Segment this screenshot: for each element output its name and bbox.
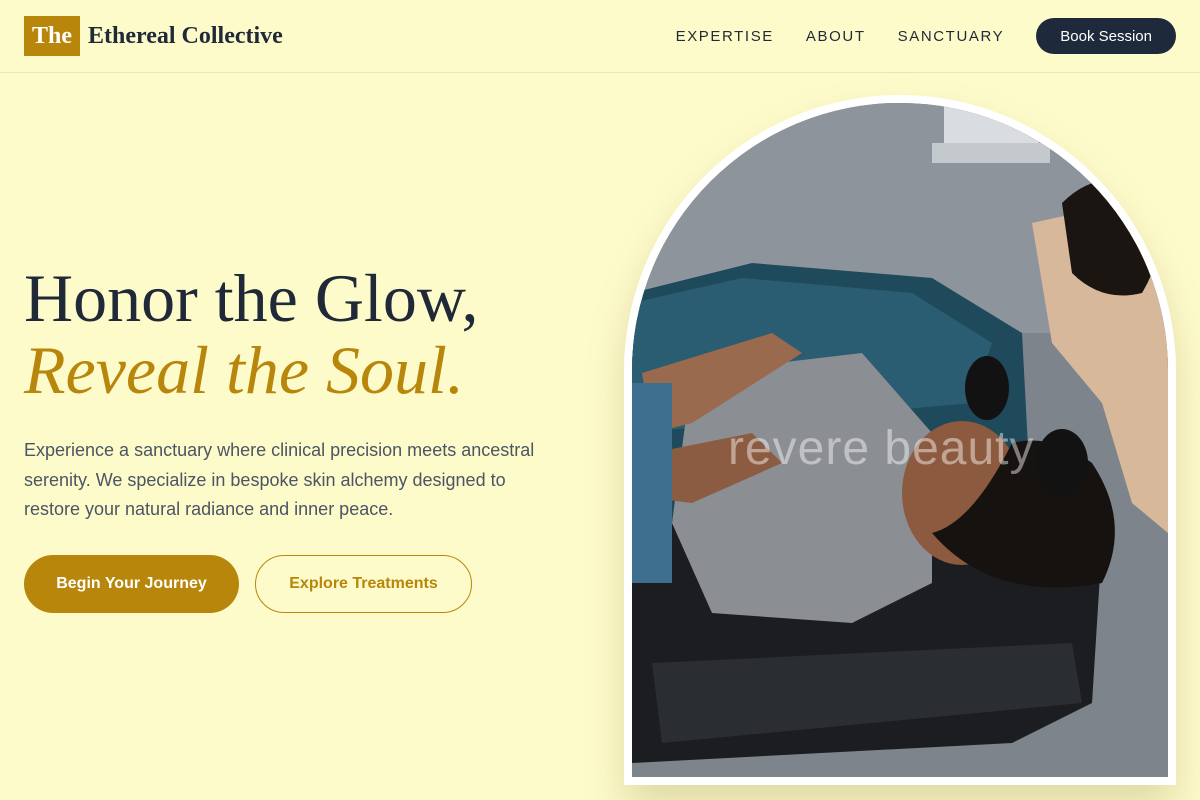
begin-journey-button[interactable]: Begin Your Journey (24, 555, 239, 613)
hero-image-frame: revere beauty (624, 95, 1176, 785)
site-header: The Ethereal Collective EXPERTISE ABOUT … (0, 0, 1200, 73)
nav-link-sanctuary[interactable]: SANCTUARY (898, 28, 1005, 45)
hero-title: Honor the Glow, Reveal the Soul. (24, 262, 479, 406)
hero-description: Experience a sanctuary where clinical pr… (24, 440, 535, 519)
explore-treatments-button[interactable]: Explore Treatments (255, 555, 472, 613)
brand-logo[interactable]: The Ethereal Collective (24, 16, 283, 56)
hero-title-line2: Reveal the Soul. (24, 332, 464, 408)
photo-watermark: revere beauty (728, 422, 1035, 475)
logo-mark: The (24, 16, 80, 56)
nav-link-about[interactable]: ABOUT (806, 28, 866, 45)
book-session-button[interactable]: Book Session (1036, 18, 1176, 54)
hero-title-line1: Honor the Glow, (24, 260, 479, 336)
nav-link-expertise[interactable]: EXPERTISE (676, 28, 774, 45)
brand-name: Ethereal Collective (88, 22, 283, 49)
main-nav: EXPERTISE ABOUT SANCTUARY Book Session (676, 18, 1176, 54)
hero-photo: revere beauty (632, 103, 1168, 777)
